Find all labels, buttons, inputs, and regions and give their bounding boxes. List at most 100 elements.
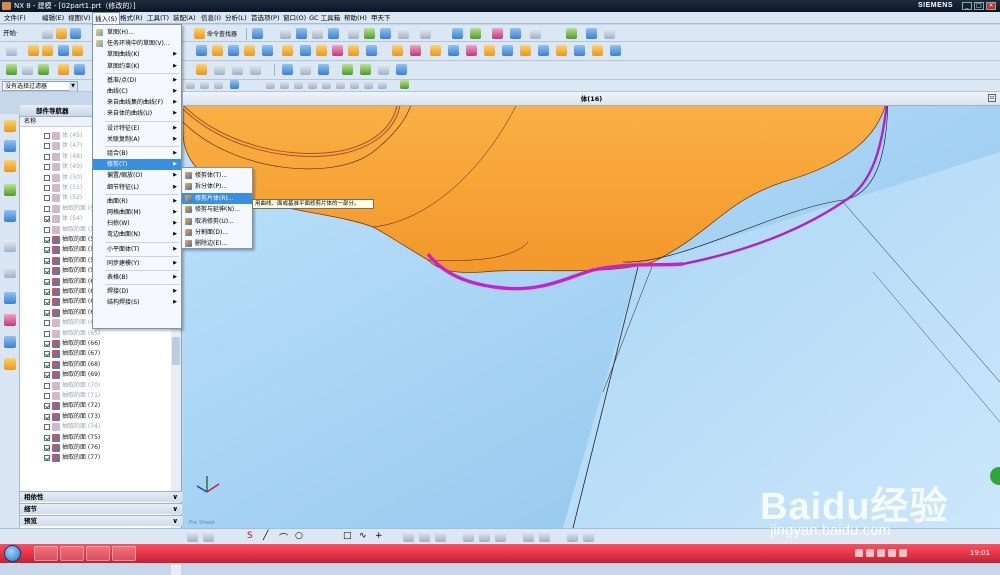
draft-icon[interactable] bbox=[366, 45, 377, 56]
ruled-icon[interactable] bbox=[214, 64, 225, 75]
web-browser-icon[interactable] bbox=[4, 240, 16, 252]
part-navigator-icon[interactable] bbox=[4, 160, 16, 172]
patch-icon[interactable] bbox=[538, 45, 549, 56]
arc-icon[interactable]: ⌒ bbox=[279, 531, 290, 544]
menu-view[interactable]: 视图(V) bbox=[66, 12, 93, 24]
check-icon[interactable] bbox=[342, 64, 353, 75]
through-mesh-icon[interactable] bbox=[232, 64, 243, 75]
visibility-checkbox[interactable] bbox=[44, 455, 50, 462]
start-button[interactable]: 开始· bbox=[3, 27, 18, 40]
mirror-curve-icon[interactable] bbox=[523, 531, 534, 542]
tree-icon[interactable] bbox=[378, 64, 389, 75]
visibility-checkbox[interactable] bbox=[44, 289, 50, 295]
export-icon[interactable] bbox=[396, 64, 407, 75]
snap-quadrant-icon[interactable] bbox=[336, 80, 345, 89]
process-studio-icon[interactable] bbox=[4, 314, 16, 326]
tree-row[interactable]: 抽取的面 (67) bbox=[20, 349, 170, 359]
chevron-down-icon[interactable]: ∨ bbox=[172, 504, 178, 515]
command-finder-icon[interactable] bbox=[194, 28, 205, 39]
visibility-checkbox[interactable] bbox=[44, 195, 50, 202]
trim-menu-item[interactable]: 分割面(D)... bbox=[182, 227, 252, 238]
snap-on-face-icon[interactable] bbox=[378, 80, 387, 89]
insert-menu-item[interactable]: 草图约束(K) ▶ bbox=[93, 61, 181, 72]
open-folder-icon[interactable] bbox=[56, 28, 67, 39]
menu-jiatianxia[interactable]: 甲天下 bbox=[369, 12, 393, 24]
cone-icon[interactable] bbox=[228, 45, 239, 56]
wcs-icon[interactable] bbox=[420, 28, 431, 39]
tray-security-icon[interactable] bbox=[899, 549, 907, 557]
thicken-icon[interactable] bbox=[556, 45, 567, 56]
extract-icon[interactable] bbox=[502, 45, 513, 56]
trim-menu-item[interactable]: 删除边(E)... bbox=[182, 238, 252, 249]
trim-menu-item[interactable]: 取消修剪(U)... bbox=[182, 216, 252, 227]
shaded-icon[interactable] bbox=[328, 28, 339, 39]
quick-trim-icon[interactable] bbox=[419, 531, 430, 542]
background-icon[interactable] bbox=[398, 28, 409, 39]
tree-row[interactable]: 抽取的面 (72) bbox=[20, 401, 170, 411]
sweep-icon[interactable] bbox=[592, 45, 603, 56]
visibility-checkbox[interactable] bbox=[44, 226, 50, 233]
tree-row[interactable]: 抽取的面 (71) bbox=[20, 391, 170, 401]
model-scene[interactable]: Pie Sheet bbox=[183, 92, 1000, 528]
swoop-icon[interactable] bbox=[250, 64, 261, 75]
visibility-checkbox[interactable] bbox=[44, 268, 50, 275]
validate-icon[interactable] bbox=[360, 64, 371, 75]
visibility-checkbox[interactable] bbox=[44, 434, 50, 441]
visibility-checkbox[interactable] bbox=[44, 237, 50, 243]
snap-center-icon[interactable] bbox=[322, 80, 331, 89]
close-button[interactable]: × bbox=[986, 2, 996, 10]
taskbar-explorer-icon[interactable] bbox=[34, 546, 58, 561]
new-file-icon[interactable] bbox=[42, 28, 53, 39]
snap-point-icon[interactable] bbox=[400, 80, 409, 89]
view-orient-icon[interactable] bbox=[380, 28, 391, 39]
profile-icon[interactable]: S bbox=[247, 531, 258, 542]
insert-menu-item[interactable]: 基准/点(D) ▶ bbox=[93, 75, 181, 86]
studio-surface-icon[interactable] bbox=[196, 64, 207, 75]
visibility-checkbox[interactable] bbox=[44, 393, 50, 399]
insert-menu-item[interactable]: 弯边曲面(N) ▶ bbox=[93, 229, 181, 240]
command-finder-label[interactable]: 命令查找器 bbox=[207, 29, 237, 38]
insert-menu-item[interactable]: 表格(B) ▶ bbox=[93, 272, 181, 283]
menu-help[interactable]: 帮助(H) bbox=[342, 12, 369, 24]
unite-icon[interactable] bbox=[262, 45, 273, 56]
studio-spline-icon[interactable]: ∿ bbox=[359, 531, 370, 542]
menu-info[interactable]: 信息(I) bbox=[199, 12, 223, 24]
section-icon[interactable] bbox=[510, 28, 521, 39]
show-icon[interactable] bbox=[300, 64, 311, 75]
insert-menu-item[interactable]: 关联复制(A) ▶ bbox=[93, 134, 181, 145]
insert-menu-item[interactable]: 小平面体(T) ▶ bbox=[93, 244, 181, 255]
visibility-checkbox[interactable] bbox=[44, 382, 50, 389]
quick-extend-icon[interactable] bbox=[435, 531, 446, 542]
snap-existing-icon[interactable] bbox=[350, 80, 359, 89]
insert-menu-item[interactable]: 细节特征(L) ▶ bbox=[93, 182, 181, 193]
tree-row[interactable]: 抽取的面 (65) bbox=[20, 329, 170, 339]
fit-view-icon[interactable] bbox=[280, 28, 291, 39]
edge-blend-icon[interactable] bbox=[316, 45, 327, 56]
visibility-checkbox[interactable] bbox=[44, 153, 50, 160]
visibility-checkbox[interactable] bbox=[44, 143, 50, 150]
chevron-down-icon[interactable]: ∨ bbox=[172, 516, 178, 527]
line-icon[interactable]: ╱ bbox=[263, 531, 274, 542]
tree-row[interactable]: 抽取的面 (75) bbox=[20, 433, 170, 443]
menu-window[interactable]: 窗口(O) bbox=[281, 12, 308, 24]
details-pane[interactable]: 细节 ∨ bbox=[20, 503, 182, 514]
visibility-checkbox[interactable] bbox=[44, 403, 50, 410]
through-curves-icon[interactable] bbox=[610, 45, 621, 56]
menu-file[interactable]: 文件(F) bbox=[2, 12, 28, 24]
tray-flag-icon[interactable] bbox=[888, 549, 896, 557]
pattern-icon[interactable] bbox=[466, 45, 477, 56]
blank-icon[interactable] bbox=[282, 64, 293, 75]
make-corner-icon[interactable] bbox=[463, 531, 474, 542]
visibility-checkbox[interactable] bbox=[44, 330, 50, 337]
finish-sketch-icon[interactable] bbox=[187, 531, 198, 542]
rectangle-icon[interactable]: □ bbox=[343, 531, 354, 542]
menu-gc-toolbox[interactable]: GC 工具箱 bbox=[307, 12, 342, 24]
trim-menu-item[interactable]: 修剪体(T)... bbox=[182, 170, 252, 181]
menu-tools[interactable]: 工具(T) bbox=[145, 12, 171, 24]
snap-control-icon[interactable] bbox=[294, 80, 303, 89]
viewport-close-button[interactable]: ▫ bbox=[988, 94, 996, 102]
taskbar-browser-icon[interactable] bbox=[112, 546, 136, 561]
shell-icon[interactable] bbox=[348, 45, 359, 56]
snap-on-curve-icon[interactable] bbox=[364, 80, 373, 89]
chevron-down-icon[interactable]: ▼ bbox=[69, 82, 77, 91]
